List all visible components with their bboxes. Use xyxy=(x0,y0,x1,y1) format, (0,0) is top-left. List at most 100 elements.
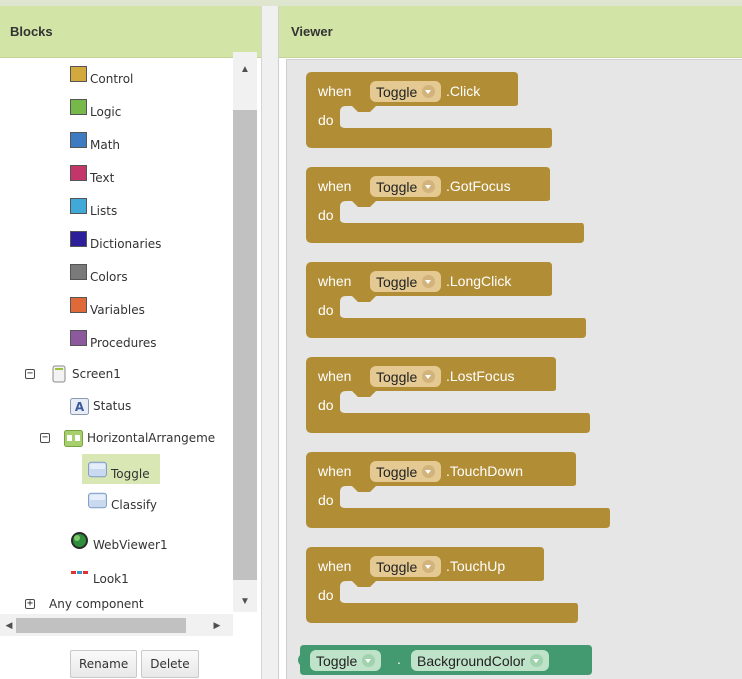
variables-swatch-icon xyxy=(70,297,87,313)
panel-divider[interactable] xyxy=(262,6,278,679)
dropdown-arrow-icon xyxy=(422,180,436,193)
tree-item-status[interactable]: A Status xyxy=(70,394,131,418)
component-dropdown[interactable]: Toggle xyxy=(370,366,442,387)
do-label: do xyxy=(318,302,334,318)
event-block[interactable]: when Toggle .GotFocus do xyxy=(306,167,584,243)
event-block[interactable]: when Toggle .LostFocus do xyxy=(306,357,590,433)
when-label: when xyxy=(318,368,352,384)
when-label: when xyxy=(318,178,352,194)
text-swatch-icon xyxy=(70,165,87,181)
tree-item-screen1[interactable]: − Screen1 xyxy=(25,362,121,386)
getter-component-dropdown[interactable]: Toggle xyxy=(310,650,382,671)
globe-icon xyxy=(70,531,89,550)
builtin-math[interactable]: Math xyxy=(70,128,120,152)
builtin-label: Lists xyxy=(90,204,118,218)
dictionaries-swatch-icon xyxy=(70,231,87,247)
event-block[interactable]: when Toggle .TouchUp do xyxy=(306,547,578,623)
builtin-label: Math xyxy=(90,138,121,152)
do-label: do xyxy=(318,492,334,508)
button-icon xyxy=(88,460,107,479)
builtin-variables[interactable]: Variables xyxy=(70,293,145,317)
control-swatch-icon xyxy=(70,66,87,82)
builtin-logic[interactable]: Logic xyxy=(70,95,121,119)
builtin-label: Logic xyxy=(90,105,122,119)
dropdown-arrow-icon xyxy=(530,654,544,667)
look-icon xyxy=(70,565,89,584)
tree-item-toggle[interactable]: Toggle xyxy=(82,454,160,484)
dropdown-arrow-icon xyxy=(422,370,436,383)
svg-text:A: A xyxy=(75,400,85,414)
tree-item-label: HorizontalArrangeme xyxy=(87,431,216,445)
button-icon xyxy=(88,491,107,510)
collapse-icon[interactable]: − xyxy=(40,433,50,443)
builtin-label: Control xyxy=(90,72,134,86)
scroll-left-icon[interactable]: ◀ xyxy=(2,614,16,636)
builtin-text[interactable]: Text xyxy=(70,161,114,185)
builtin-colors[interactable]: Colors xyxy=(70,260,128,284)
event-block[interactable]: when Toggle .Click do xyxy=(306,72,552,148)
tree-actions: Rename Delete xyxy=(70,650,199,678)
do-label: do xyxy=(318,112,334,128)
tree-item-horizontalarrangement[interactable]: − HorizontalArrangeme xyxy=(40,426,215,450)
dropdown-arrow-icon xyxy=(362,654,376,667)
dropdown-arrow-icon xyxy=(422,465,436,478)
getter-property-dropdown[interactable]: BackgroundColor xyxy=(411,650,550,671)
getter-component-label: Toggle xyxy=(316,652,358,669)
procedures-swatch-icon xyxy=(70,330,87,346)
event-name: .Click xyxy=(446,83,481,99)
event-block[interactable]: when Toggle .LongClick do xyxy=(306,262,586,338)
builtin-lists[interactable]: Lists xyxy=(70,194,117,218)
component-dropdown-label: Toggle xyxy=(376,178,418,195)
tree-item-label: Screen1 xyxy=(72,367,121,381)
getter-block[interactable]: Toggle . BackgroundColor xyxy=(298,645,592,675)
builtin-label: Colors xyxy=(90,270,128,284)
scroll-up-icon[interactable]: ▲ xyxy=(233,60,257,78)
horizontal-scroll-thumb[interactable] xyxy=(16,618,186,633)
tree-item-label: WebViewer1 xyxy=(93,538,168,552)
builtin-procedures[interactable]: Procedures xyxy=(70,326,157,350)
colors-swatch-icon xyxy=(70,264,87,280)
event-block[interactable]: when Toggle .TouchDown do xyxy=(306,452,610,528)
scroll-down-icon[interactable]: ▼ xyxy=(233,592,257,610)
label-icon: A xyxy=(70,397,89,416)
blocks-header: Blocks xyxy=(0,6,261,58)
tree-item-label: Toggle xyxy=(111,467,150,481)
when-label: when xyxy=(318,463,352,479)
collapse-icon[interactable]: − xyxy=(25,369,35,379)
vertical-scroll-thumb[interactable] xyxy=(233,110,257,580)
tree-item-classify[interactable]: Classify xyxy=(88,488,157,512)
event-name: .TouchDown xyxy=(446,463,524,479)
tree-item-label: Classify xyxy=(111,498,158,512)
blocks-tree: Control Logic Math Text Lists Dictionari… xyxy=(0,52,260,612)
arrangement-icon xyxy=(64,429,83,448)
tree-item-label: Look1 xyxy=(93,572,129,586)
scroll-right-icon[interactable]: ▶ xyxy=(210,614,224,636)
tree-item-any-component[interactable]: + Any component xyxy=(25,592,144,612)
component-dropdown[interactable]: Toggle xyxy=(370,461,442,482)
rename-button[interactable]: Rename xyxy=(70,650,138,678)
getter-dot: . xyxy=(397,651,401,667)
dropdown-arrow-icon xyxy=(422,85,436,98)
tree-item-look1[interactable]: Look1 xyxy=(70,562,129,586)
tree-item-label: Any component xyxy=(49,597,144,611)
lists-swatch-icon xyxy=(70,198,87,214)
component-dropdown[interactable]: Toggle xyxy=(370,556,442,577)
builtin-label: Procedures xyxy=(90,336,157,350)
builtin-dictionaries[interactable]: Dictionaries xyxy=(70,227,161,251)
when-label: when xyxy=(318,558,352,574)
component-dropdown-label: Toggle xyxy=(376,558,418,575)
logic-swatch-icon xyxy=(70,99,87,115)
dropdown-arrow-icon xyxy=(422,560,436,573)
tree-horizontal-scrollbar[interactable]: ◀ ▶ xyxy=(0,614,233,636)
builtin-control[interactable]: Control xyxy=(70,62,133,86)
tree-item-label: Status xyxy=(93,399,132,413)
component-dropdown[interactable]: Toggle xyxy=(370,176,442,197)
component-dropdown[interactable]: Toggle xyxy=(370,271,442,292)
builtin-label: Variables xyxy=(90,303,145,317)
component-dropdown-label: Toggle xyxy=(376,463,418,480)
tree-item-webviewer1[interactable]: WebViewer1 xyxy=(70,528,168,552)
component-dropdown[interactable]: Toggle xyxy=(370,81,442,102)
tree-vertical-scrollbar[interactable]: ▲ ▼ xyxy=(233,52,257,612)
expand-icon[interactable]: + xyxy=(25,599,35,609)
delete-button[interactable]: Delete xyxy=(141,650,199,678)
